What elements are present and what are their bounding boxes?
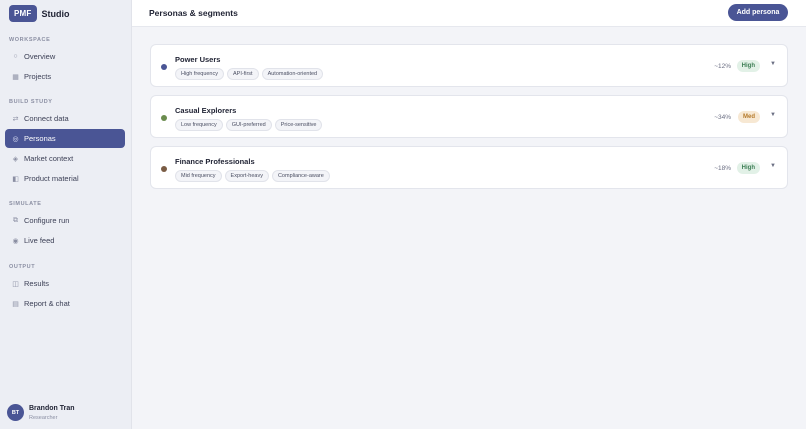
sidebar-item-label: Market context <box>24 154 74 163</box>
square-icon: ▦ <box>12 73 19 81</box>
arrows-icon: ⇄ <box>12 115 19 123</box>
sidebar-item-connect-data[interactable]: ⇄ Connect data <box>5 109 125 128</box>
sidebar-item-label: Configure run <box>24 216 70 225</box>
persona-card-power-users[interactable]: Power Users High frequency API-first Aut… <box>150 44 788 87</box>
sidebar-item-personas[interactable]: ◎ Personas <box>5 129 125 148</box>
persona-share: ~34% <box>714 114 731 121</box>
persona-name: Power Users <box>175 55 221 64</box>
persona-tag: Mid frequency <box>175 170 222 182</box>
persona-tag: Low frequency <box>175 119 223 131</box>
persona-tags: Mid frequency Export-heavy Compliance-aw… <box>175 170 333 182</box>
persona-tag: GUI-preferred <box>225 119 272 131</box>
persona-tag: Price-sensitive <box>274 119 323 131</box>
persona-name: Finance Professionals <box>175 157 255 166</box>
chart-icon: ◫ <box>12 280 19 288</box>
document-icon: ◧ <box>12 175 19 183</box>
persona-name: Casual Explorers <box>175 106 237 115</box>
section-label-output: OUTPUT <box>9 264 36 270</box>
sidebar-item-label: Personas <box>24 134 56 143</box>
brand-logo[interactable]: PMF Studio <box>9 5 70 22</box>
status-badge: Med <box>738 111 760 123</box>
sidebar-item-configure-run[interactable]: ⧉ Configure run <box>5 211 125 230</box>
persona-tag: Automation-oriented <box>261 68 324 80</box>
persona-tags: High frequency API-first Automation-orie… <box>175 68 326 80</box>
sidebar-item-label: Live feed <box>24 236 55 245</box>
sidebar-item-label: Overview <box>24 52 56 61</box>
sidebar-item-projects[interactable]: ▦ Projects <box>5 67 125 86</box>
sidebar-item-label: Results <box>24 279 50 288</box>
status-badge: High <box>736 162 760 174</box>
radio-icon: ◉ <box>12 237 19 245</box>
status-badge: High <box>736 60 760 72</box>
persona-color-dot <box>161 64 167 70</box>
sidebar-item-label: Projects <box>24 72 52 81</box>
sidebar-item-label: Connect data <box>24 114 69 123</box>
sidebar-item-label: Product material <box>24 174 79 183</box>
sidebar-item-report-chat[interactable]: ▤ Report & chat <box>5 294 125 313</box>
circle-icon: ○ <box>13 53 18 60</box>
sidebar-item-results[interactable]: ◫ Results <box>5 274 125 293</box>
persona-share: ~18% <box>714 165 731 172</box>
persona-tag: High frequency <box>175 68 224 80</box>
persona-color-dot <box>161 166 167 172</box>
section-label-build-study: BUILD STUDY <box>9 99 53 105</box>
persona-icon: ◎ <box>12 135 19 143</box>
avatar: BT <box>7 404 24 421</box>
brand-badge: PMF <box>9 5 37 22</box>
user-name: Brandon Tran <box>29 404 75 412</box>
persona-card-casual-explorers[interactable]: Casual Explorers Low frequency GUI-prefe… <box>150 95 788 138</box>
brand-name: Studio <box>41 8 70 19</box>
persona-color-dot <box>161 115 167 121</box>
sidebar-item-label: Report & chat <box>24 299 70 308</box>
user-profile[interactable]: BT Brandon Tran Researcher <box>7 404 75 421</box>
chevron-down-icon[interactable]: ▼ <box>770 112 776 118</box>
sidebar-item-product-material[interactable]: ◧ Product material <box>5 169 125 188</box>
user-role: Researcher <box>29 414 58 421</box>
persona-tags: Low frequency GUI-preferred Price-sensit… <box>175 119 325 131</box>
section-label-workspace: WORKSPACE <box>9 37 51 43</box>
section-label-simulate: SIMULATE <box>9 201 42 207</box>
chevron-down-icon[interactable]: ▼ <box>770 61 776 67</box>
persona-tag: Export-heavy <box>224 170 269 182</box>
page-title: Personas & segments <box>149 8 238 18</box>
persona-tag: Compliance-aware <box>271 170 330 182</box>
persona-card-finance-professionals[interactable]: Finance Professionals Mid frequency Expo… <box>150 146 788 189</box>
diamond-icon: ◈ <box>12 155 19 163</box>
add-persona-button[interactable]: Add persona <box>728 4 788 21</box>
report-icon: ▤ <box>12 300 19 308</box>
sidebar-item-overview[interactable]: ○ Overview <box>5 47 125 66</box>
configure-icon: ⧉ <box>13 216 18 224</box>
sidebar-item-live-feed[interactable]: ◉ Live feed <box>5 231 125 250</box>
sidebar-item-market-context[interactable]: ◈ Market context <box>5 149 125 168</box>
persona-tag: API-first <box>227 68 259 80</box>
header: Personas & segments Add persona <box>132 0 806 27</box>
chevron-down-icon[interactable]: ▼ <box>770 163 776 169</box>
sidebar: PMF Studio WORKSPACE ○ Overview ▦ Projec… <box>0 0 132 429</box>
persona-share: ~12% <box>714 63 731 70</box>
